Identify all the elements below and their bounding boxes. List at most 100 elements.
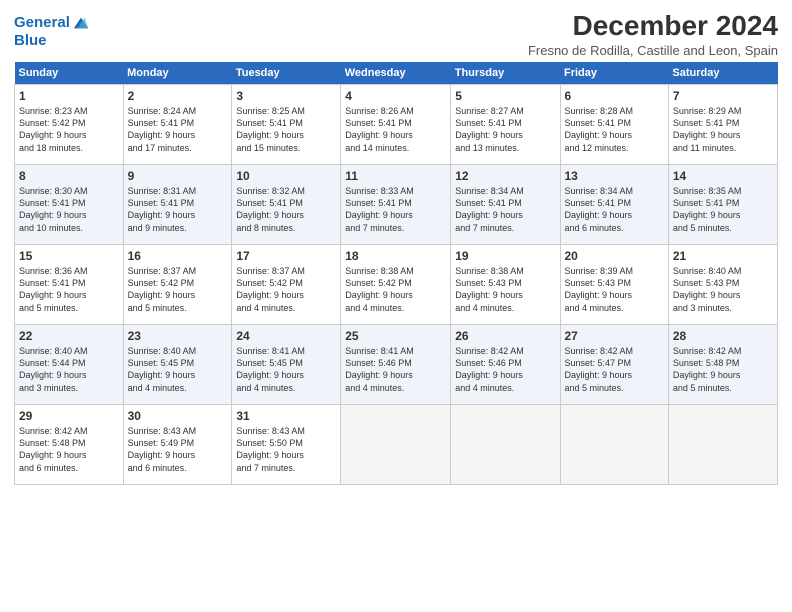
day-info-line: Sunrise: 8:32 AM (236, 185, 336, 197)
day-info-line: and 17 minutes. (128, 142, 228, 154)
day-info-line: Sunrise: 8:36 AM (19, 265, 119, 277)
day-info-line: and 7 minutes. (345, 222, 446, 234)
day-info-line: Daylight: 9 hours (236, 129, 336, 141)
day-info-line: and 11 minutes. (673, 142, 773, 154)
calendar-cell: 4Sunrise: 8:26 AMSunset: 5:41 PMDaylight… (341, 85, 451, 165)
day-number: 11 (345, 168, 446, 184)
calendar-cell: 14Sunrise: 8:35 AMSunset: 5:41 PMDayligh… (668, 165, 777, 245)
day-info-line: Sunset: 5:50 PM (236, 437, 336, 449)
month-title: December 2024 (528, 10, 778, 42)
day-info-line: Sunrise: 8:37 AM (236, 265, 336, 277)
day-info-line: Daylight: 9 hours (19, 289, 119, 301)
day-number: 13 (565, 168, 664, 184)
day-info-line: Sunrise: 8:43 AM (128, 425, 228, 437)
day-info-line: Daylight: 9 hours (565, 129, 664, 141)
day-info-line: Sunset: 5:42 PM (128, 277, 228, 289)
day-info-line: Daylight: 9 hours (455, 129, 555, 141)
day-info-line: Daylight: 9 hours (673, 369, 773, 381)
week-row-5: 29Sunrise: 8:42 AMSunset: 5:48 PMDayligh… (15, 405, 778, 485)
day-info-line: Daylight: 9 hours (565, 289, 664, 301)
day-info-line: and 14 minutes. (345, 142, 446, 154)
calendar-cell (451, 405, 560, 485)
day-info-line: Sunset: 5:42 PM (345, 277, 446, 289)
calendar-cell: 27Sunrise: 8:42 AMSunset: 5:47 PMDayligh… (560, 325, 668, 405)
day-info-line: Daylight: 9 hours (345, 129, 446, 141)
calendar-cell: 25Sunrise: 8:41 AMSunset: 5:46 PMDayligh… (341, 325, 451, 405)
day-info-line: Daylight: 9 hours (345, 289, 446, 301)
day-info-line: and 4 minutes. (128, 382, 228, 394)
day-info-line: Sunrise: 8:23 AM (19, 105, 119, 117)
day-number: 16 (128, 248, 228, 264)
day-info-line: Daylight: 9 hours (565, 369, 664, 381)
calendar-table: SundayMondayTuesdayWednesdayThursdayFrid… (14, 62, 778, 485)
day-info-line: Sunrise: 8:34 AM (565, 185, 664, 197)
day-number: 26 (455, 328, 555, 344)
day-info-line: Daylight: 9 hours (128, 449, 228, 461)
day-info-line: and 4 minutes. (236, 302, 336, 314)
day-info-line: Sunrise: 8:30 AM (19, 185, 119, 197)
day-info-line: Daylight: 9 hours (236, 449, 336, 461)
day-number: 31 (236, 408, 336, 424)
logo-icon (72, 14, 90, 32)
day-info-line: Daylight: 9 hours (673, 129, 773, 141)
day-info-line: Sunrise: 8:40 AM (128, 345, 228, 357)
day-info-line: Sunrise: 8:40 AM (673, 265, 773, 277)
week-row-4: 22Sunrise: 8:40 AMSunset: 5:44 PMDayligh… (15, 325, 778, 405)
day-info-line: Sunset: 5:42 PM (19, 117, 119, 129)
day-info-line: Daylight: 9 hours (455, 209, 555, 221)
day-info-line: Sunrise: 8:42 AM (19, 425, 119, 437)
calendar-cell: 30Sunrise: 8:43 AMSunset: 5:49 PMDayligh… (123, 405, 232, 485)
day-number: 20 (565, 248, 664, 264)
day-info-line: Sunset: 5:46 PM (455, 357, 555, 369)
day-info-line: Sunset: 5:41 PM (236, 117, 336, 129)
day-info-line: Sunset: 5:47 PM (565, 357, 664, 369)
day-info-line: Sunrise: 8:24 AM (128, 105, 228, 117)
day-number: 5 (455, 88, 555, 104)
day-info-line: Sunset: 5:49 PM (128, 437, 228, 449)
week-row-2: 8Sunrise: 8:30 AMSunset: 5:41 PMDaylight… (15, 165, 778, 245)
calendar-cell: 15Sunrise: 8:36 AMSunset: 5:41 PMDayligh… (15, 245, 124, 325)
day-info-line: and 10 minutes. (19, 222, 119, 234)
day-info-line: and 4 minutes. (455, 302, 555, 314)
day-info-line: Sunset: 5:41 PM (673, 197, 773, 209)
day-info-line: and 18 minutes. (19, 142, 119, 154)
day-info-line: and 12 minutes. (565, 142, 664, 154)
day-info-line: Daylight: 9 hours (19, 449, 119, 461)
day-info-line: Daylight: 9 hours (345, 369, 446, 381)
calendar-cell: 3Sunrise: 8:25 AMSunset: 5:41 PMDaylight… (232, 85, 341, 165)
header-cell-saturday: Saturday (668, 62, 777, 85)
day-info-line: Sunset: 5:41 PM (19, 277, 119, 289)
day-info-line: and 13 minutes. (455, 142, 555, 154)
day-info-line: and 4 minutes. (236, 382, 336, 394)
day-info-line: Sunrise: 8:25 AM (236, 105, 336, 117)
day-info-line: and 8 minutes. (236, 222, 336, 234)
day-info-line: Sunrise: 8:42 AM (565, 345, 664, 357)
day-info-line: and 4 minutes. (565, 302, 664, 314)
calendar-cell: 23Sunrise: 8:40 AMSunset: 5:45 PMDayligh… (123, 325, 232, 405)
calendar-cell: 24Sunrise: 8:41 AMSunset: 5:45 PMDayligh… (232, 325, 341, 405)
day-info-line: and 5 minutes. (19, 302, 119, 314)
day-info-line: Sunset: 5:41 PM (345, 117, 446, 129)
calendar-cell: 11Sunrise: 8:33 AMSunset: 5:41 PMDayligh… (341, 165, 451, 245)
week-row-1: 1Sunrise: 8:23 AMSunset: 5:42 PMDaylight… (15, 85, 778, 165)
day-info-line: and 5 minutes. (673, 222, 773, 234)
header-cell-thursday: Thursday (451, 62, 560, 85)
day-number: 19 (455, 248, 555, 264)
day-info-line: Sunrise: 8:26 AM (345, 105, 446, 117)
day-info-line: Sunset: 5:43 PM (455, 277, 555, 289)
header-cell-friday: Friday (560, 62, 668, 85)
calendar-cell: 9Sunrise: 8:31 AMSunset: 5:41 PMDaylight… (123, 165, 232, 245)
day-info-line: Sunset: 5:41 PM (455, 117, 555, 129)
calendar-cell: 22Sunrise: 8:40 AMSunset: 5:44 PMDayligh… (15, 325, 124, 405)
day-info-line: Sunset: 5:41 PM (128, 197, 228, 209)
calendar-cell: 19Sunrise: 8:38 AMSunset: 5:43 PMDayligh… (451, 245, 560, 325)
day-info-line: Daylight: 9 hours (236, 209, 336, 221)
day-info-line: Sunset: 5:48 PM (19, 437, 119, 449)
day-number: 22 (19, 328, 119, 344)
calendar-cell: 26Sunrise: 8:42 AMSunset: 5:46 PMDayligh… (451, 325, 560, 405)
day-info-line: and 5 minutes. (128, 302, 228, 314)
day-info-line: Daylight: 9 hours (673, 289, 773, 301)
day-info-line: Sunrise: 8:28 AM (565, 105, 664, 117)
week-row-3: 15Sunrise: 8:36 AMSunset: 5:41 PMDayligh… (15, 245, 778, 325)
day-info-line: Sunrise: 8:27 AM (455, 105, 555, 117)
